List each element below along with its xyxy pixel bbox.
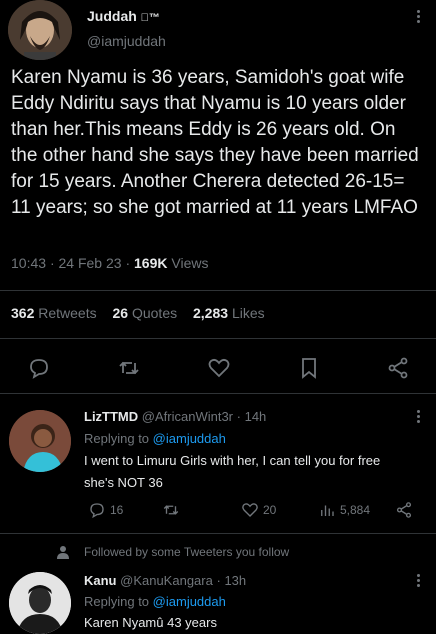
replying-to-link[interactable]: @iamjuddah [153, 594, 226, 609]
like-icon[interactable] [207, 356, 231, 380]
retweet-icon [163, 505, 179, 515]
divider [0, 393, 436, 394]
tweet-time[interactable]: 10:43 [11, 255, 46, 271]
reply-author-handle[interactable]: @AfricanWint3r [142, 409, 233, 424]
reply-reply-button[interactable]: 16 [88, 500, 123, 520]
divider [0, 533, 436, 534]
reply-text-line: Karen Nyamû 43 years [84, 615, 217, 630]
tweet-meta: 10:43 · 24 Feb 23 · 169K Views [11, 255, 208, 271]
reply-views-count: 5,884 [340, 503, 371, 517]
reply-views-button[interactable]: 5,884 [318, 500, 370, 520]
person-icon [56, 545, 70, 564]
like-icon [242, 503, 258, 517]
reply-retweet-button[interactable] [162, 500, 180, 520]
meta-separator: · [216, 573, 221, 588]
retweets-count: 362 [11, 305, 35, 321]
reply-author-name[interactable]: LizTTMD [84, 409, 138, 424]
meta-separator: · [125, 255, 131, 271]
author-handle[interactable]: @iamjuddah [87, 33, 166, 49]
retweet-icon[interactable] [117, 356, 141, 380]
reply-author-handle[interactable]: @KanuKangara [120, 573, 213, 588]
replying-prefix: Replying to [84, 594, 150, 609]
replying-prefix: Replying to [84, 431, 150, 446]
reply-replies-count: 16 [110, 503, 124, 517]
reply-avatar[interactable] [9, 572, 71, 634]
divider [0, 290, 436, 291]
reply-likes-count: 20 [263, 503, 277, 517]
reply-text-line: I went to Limuru Girls with her, I can t… [84, 453, 381, 468]
reply-icon [90, 503, 104, 519]
replying-to-link[interactable]: @iamjuddah [153, 431, 226, 446]
author-name[interactable]: Juddah ™ [87, 8, 160, 24]
reply-like-button[interactable]: 20 [241, 500, 276, 520]
reply-header: LizTTMD @AfricanWint3r · 14h [84, 409, 266, 424]
likes-label: Likes [231, 305, 265, 321]
retweets-label: Retweets [38, 305, 97, 321]
reply-author-name[interactable]: Kanu [84, 573, 117, 588]
likes-count: 2,283 [193, 305, 229, 321]
reply-text: I went to Limuru Girls with her, I can t… [84, 450, 380, 494]
replying-to: Replying to @iamjuddah [84, 594, 226, 609]
author-name-text: Juddah [87, 8, 137, 24]
retweets-stat[interactable]: 362 Retweets [11, 305, 109, 321]
divider [0, 338, 436, 339]
engagement-stats: 362 Retweets 26 Quotes 2,283 Likes [11, 305, 277, 321]
reply-icon[interactable] [27, 356, 51, 380]
more-options-icon[interactable] [416, 410, 422, 425]
replying-to: Replying to @iamjuddah [84, 431, 226, 446]
views-count: 169K [134, 255, 168, 271]
reply-header: Kanu @KanuKangara · 13h [84, 573, 246, 588]
tweet-date[interactable]: 24 Feb 23 [59, 255, 122, 271]
tweet-text: Karen Nyamu is 36 years, Samidoh's goat … [11, 67, 419, 218]
author-avatar[interactable] [8, 0, 72, 60]
quotes-count: 26 [112, 305, 129, 321]
reply-share-button[interactable] [395, 500, 413, 520]
views-icon [321, 505, 334, 516]
quotes-stat[interactable]: 26 Quotes [113, 305, 190, 321]
meta-separator: · [49, 255, 55, 271]
quotes-label: Quotes [131, 305, 178, 321]
bookmark-icon[interactable] [297, 356, 321, 380]
reply-time[interactable]: 14h [245, 409, 267, 424]
views-label: Views [171, 255, 209, 271]
share-icon[interactable] [386, 356, 410, 380]
reply-text-line: she's NOT 36 [84, 475, 163, 490]
followed-by-note: Followed by some Tweeters you follow [84, 545, 290, 559]
reply-avatar[interactable] [9, 410, 71, 472]
likes-stat[interactable]: 2,283 Likes [193, 305, 277, 321]
author-badge: ™ [140, 12, 160, 24]
more-options-icon[interactable] [416, 574, 422, 589]
meta-separator: · [236, 409, 241, 424]
reply-time[interactable]: 13h [224, 573, 246, 588]
share-icon [396, 502, 412, 518]
more-options-icon[interactable] [416, 10, 422, 25]
reply-text: Karen Nyamû 43 years [84, 612, 217, 634]
